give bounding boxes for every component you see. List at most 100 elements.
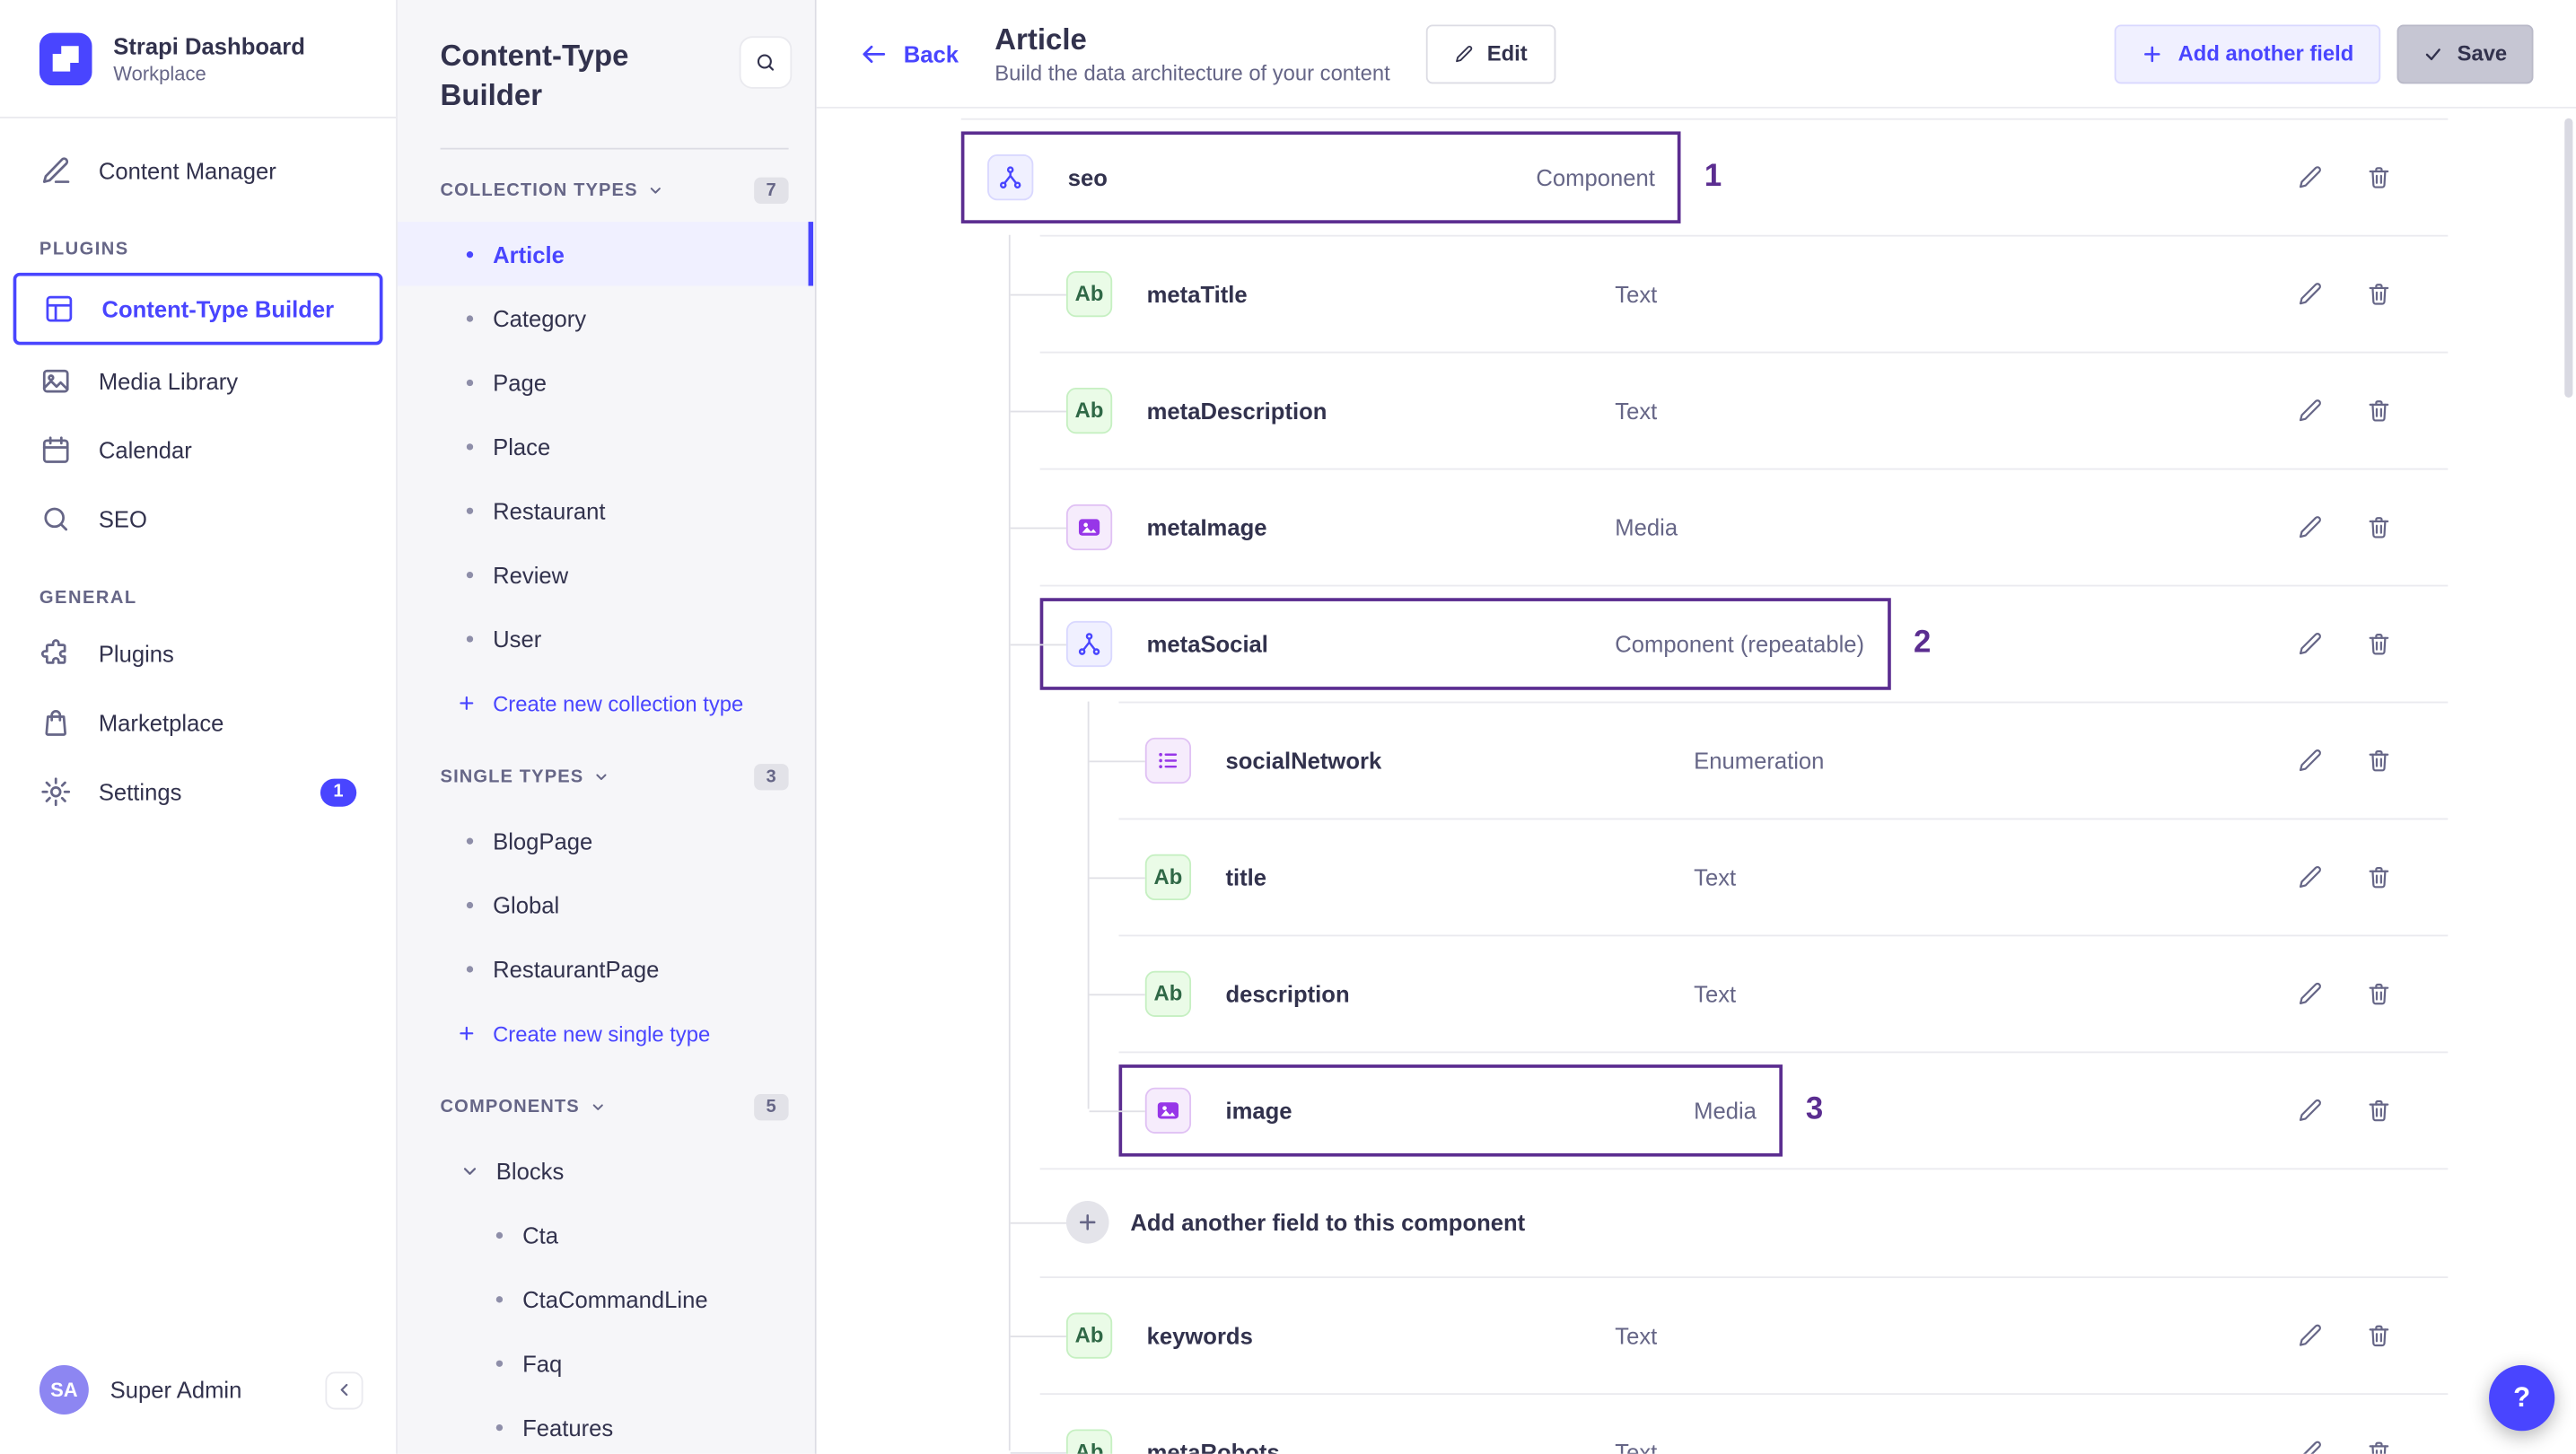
text-field-icon: Ab [1065, 1311, 1113, 1358]
edit-field-button[interactable] [2297, 630, 2323, 656]
panel-item-article[interactable]: Article [397, 222, 815, 286]
field-main: Ab metaRobots Text [1040, 1428, 1657, 1454]
save-button[interactable]: Save [2396, 23, 2534, 83]
edit-field-button[interactable] [2297, 1439, 2323, 1454]
delete-field-button[interactable] [2366, 397, 2392, 423]
field-name: title [1225, 863, 1267, 890]
create-single-type-button[interactable]: Create new single type [398, 1001, 710, 1066]
panel-item-global[interactable]: Global [398, 872, 815, 936]
delete-field-button[interactable] [2366, 513, 2392, 539]
field-row-metaRobots: Ab metaRobots Text [916, 1393, 2498, 1454]
panel-item-label: Place [493, 433, 551, 460]
delete-field-button[interactable] [2366, 1439, 2392, 1454]
chevron-left-icon [339, 1383, 347, 1397]
panel-item-review[interactable]: Review [398, 542, 815, 606]
bullet-icon [466, 378, 474, 386]
back-button[interactable]: Back [859, 39, 959, 68]
main-panel: Back Article Build the data architecture… [816, 0, 2576, 1454]
help-button[interactable]: ? [2489, 1365, 2555, 1432]
component-item-features[interactable]: Features [398, 1395, 815, 1454]
delete-field-button[interactable] [2366, 163, 2392, 189]
user-avatar[interactable]: SA [39, 1365, 89, 1415]
search-button[interactable] [739, 36, 793, 89]
edit-field-button[interactable] [2297, 863, 2323, 889]
create-collection-type-button[interactable]: Create new collection type [398, 670, 743, 736]
sidebar-item-calendar[interactable]: Calendar [13, 417, 383, 483]
panel-item-label: BlogPage [493, 827, 593, 854]
edit-field-button[interactable] [2297, 280, 2323, 306]
edit-field-button[interactable] [2297, 1097, 2323, 1123]
sidebar-item-settings[interactable]: Settings 1 [13, 759, 383, 825]
sidebar-item-plugins[interactable]: Plugins [13, 621, 383, 687]
vertical-scrollbar[interactable] [2564, 118, 2573, 398]
panel-item-category[interactable]: Category [398, 285, 815, 349]
delete-field-button[interactable] [2366, 980, 2392, 1006]
edit-field-button[interactable] [2297, 163, 2323, 189]
component-item-faq[interactable]: Faq [398, 1331, 815, 1395]
panel-item-label: User [493, 625, 542, 652]
field-name: socialNetwork [1225, 746, 1382, 774]
create-link-label: Create new single type [493, 1020, 711, 1047]
search-icon [39, 503, 73, 536]
panel-item-page[interactable]: Page [398, 350, 815, 414]
panel-item-label: RestaurantPage [493, 955, 660, 982]
edit-field-button[interactable] [2297, 747, 2323, 773]
component-field-icon [987, 153, 1034, 200]
edit-field-button[interactable] [2297, 397, 2323, 423]
strapi-app: Strapi Dashboard Workplace Content Manag… [0, 0, 2576, 1454]
group-title: COLLECTION TYPES [440, 180, 638, 201]
page-title-block: Article Build the data architecture of y… [994, 22, 1389, 85]
add-field-to-component-label[interactable]: Add another field to this component [1130, 1209, 1525, 1235]
single-types-group-header[interactable]: SINGLE TYPES 3 [398, 746, 815, 809]
delete-field-button[interactable] [2366, 863, 2392, 889]
tree-connector [1010, 526, 1066, 529]
row-actions [2297, 1322, 2392, 1348]
sidebar-item-marketplace[interactable]: Marketplace [13, 690, 383, 756]
panel-item-blogpage[interactable]: BlogPage [398, 809, 815, 872]
edit-field-button[interactable] [2297, 1322, 2323, 1348]
tree-connector [1089, 759, 1145, 762]
sidebar-item-content-type-builder[interactable]: Content-Type Builder [13, 272, 383, 346]
field-name: keywords [1146, 1321, 1253, 1348]
delete-field-button[interactable] [2366, 1097, 2392, 1123]
delete-field-button[interactable] [2366, 630, 2392, 656]
sidebar-item-label: Content Manager [98, 157, 276, 185]
edit-button[interactable]: Edit [1426, 23, 1555, 83]
sidebar-item-media-library[interactable]: Media Library [13, 348, 383, 414]
check-icon [2423, 44, 2442, 64]
collapse-sidebar-button[interactable] [325, 1371, 364, 1409]
delete-field-button[interactable] [2366, 747, 2392, 773]
tree-connector [1010, 1222, 1066, 1224]
delete-field-button[interactable] [2366, 280, 2392, 306]
collection-types-list: Article Category Page Place Restaurant Review… [397, 222, 815, 670]
general-section-label: GENERAL [39, 588, 137, 609]
edit-field-button[interactable] [2297, 513, 2323, 539]
group-title: SINGLE TYPES [440, 766, 584, 787]
bullet-icon [495, 1295, 504, 1302]
field-type: Component [1536, 163, 1655, 190]
sidebar-item-content-manager[interactable]: Content Manager [13, 138, 383, 204]
delete-field-button[interactable] [2366, 1322, 2392, 1348]
component-item-ctacommandline[interactable]: CtaCommandLine [398, 1266, 815, 1330]
tree-connector [1010, 1451, 1066, 1453]
user-footer: SA Super Admin [0, 1336, 396, 1454]
components-group-header[interactable]: COMPONENTS 5 [398, 1076, 815, 1139]
field-type: Media [1615, 513, 1678, 540]
panel-item-place[interactable]: Place [398, 414, 815, 477]
component-category-blocks[interactable]: Blocks [398, 1138, 815, 1202]
tree-label: Blocks [495, 1157, 565, 1184]
page-subtitle: Build the data architecture of your cont… [994, 59, 1390, 85]
panel-item-user[interactable]: User [398, 606, 815, 670]
add-another-field-button[interactable]: Add another field [2114, 23, 2380, 83]
sidebar-item-seo[interactable]: SEO [13, 486, 383, 552]
panel-item-restaurant[interactable]: Restaurant [398, 478, 815, 542]
component-item-cta[interactable]: Cta [398, 1203, 815, 1266]
edit-label: Edit [1486, 40, 1528, 66]
add-field-to-component-button[interactable] [1065, 1201, 1109, 1244]
edit-field-button[interactable] [2297, 980, 2323, 1006]
save-label: Save [2457, 40, 2508, 66]
collection-types-group-header[interactable]: COLLECTION TYPES 7 [398, 160, 815, 223]
panel-item-restaurantpage[interactable]: RestaurantPage [398, 936, 815, 1000]
divider [440, 147, 789, 150]
field-type: Text [1615, 280, 1658, 307]
